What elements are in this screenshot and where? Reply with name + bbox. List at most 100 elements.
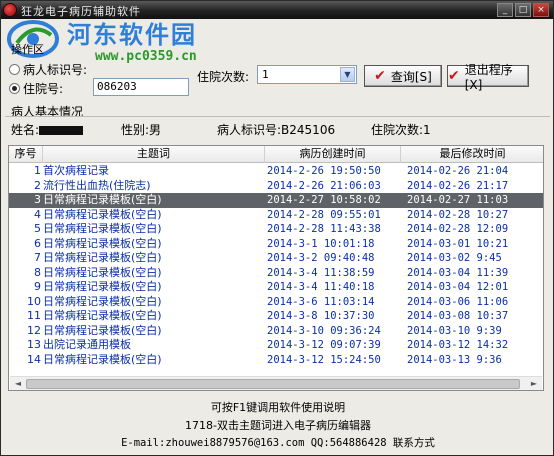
row-subject: 日常病程记录模板(空白) xyxy=(43,207,162,221)
visit-count-select[interactable]: 1 ▼ xyxy=(257,65,357,84)
minimize-button[interactable]: _ xyxy=(497,3,513,17)
exit-button[interactable]: ✔ 退出程序[X] xyxy=(447,63,529,92)
radio-patient-id[interactable]: 病人标识号: xyxy=(9,61,87,78)
radio-admission-no-label: 住院号: xyxy=(23,82,64,96)
row-number: 13 xyxy=(27,338,41,351)
table-row[interactable]: 3 日常病程记录模板(空白) 2014-2-27 10:58:02 2014-02-2… xyxy=(9,193,543,208)
row-modified-time: 2014-02-26 21:17 xyxy=(407,179,509,192)
row-subject: 日常病程记录模板(空白) xyxy=(43,294,162,308)
row-subject: 流行性出血热(住院志) xyxy=(43,178,151,192)
row-modified-time: 2014-03-13 9:36 xyxy=(407,353,502,366)
check-icon: ✔ xyxy=(448,68,460,84)
maximize-button[interactable]: □ xyxy=(515,3,531,17)
table-row[interactable]: 7 日常病程记录模板(空白) 2014-3-2 09:40:48 2014-03-02… xyxy=(9,251,543,266)
row-number: 8 xyxy=(34,265,41,279)
patient-sex-value: 男 xyxy=(149,123,162,137)
patient-sex: 性别:男 xyxy=(121,121,161,138)
close-button[interactable]: × xyxy=(533,3,549,17)
column-header-created[interactable]: 病历创建时间 xyxy=(265,146,401,163)
row-number: 1 xyxy=(34,164,41,177)
redacted-name xyxy=(39,126,84,135)
patient-id: 病人标识号:B245106 xyxy=(217,121,335,138)
table-row[interactable]: 2 流行性出血热(住院志) 2014-2-26 21:06:03 2014-02-26… xyxy=(9,178,543,194)
scroll-left-icon[interactable]: ◄ xyxy=(12,378,24,390)
patient-sex-label: 性别: xyxy=(121,123,150,137)
row-subject: 日常病程记录模板(空白) xyxy=(43,236,162,250)
visit-count-label: 住院次数: xyxy=(197,70,250,84)
row-subject: 出院记录通用模板 xyxy=(43,338,131,351)
footer-contact: E-mail:zhouwei8879576@163.com QQ:5648864… xyxy=(121,437,435,449)
table-row[interactable]: 4 日常病程记录模板(空白) 2014-2-28 09:55:01 2014-02-2… xyxy=(9,207,543,223)
row-created-time: 2014-3-4 11:38:59 xyxy=(267,266,375,279)
row-number: 2 xyxy=(34,178,41,192)
row-modified-time: 2014-03-06 11:06 xyxy=(407,295,509,308)
radio-patient-id-label: 病人标识号: xyxy=(23,63,88,77)
radio-admission-no-circle[interactable] xyxy=(9,83,20,94)
row-created-time: 2014-2-28 09:55:01 xyxy=(267,208,381,221)
patient-visit-value: 1 xyxy=(423,123,431,137)
row-number: 7 xyxy=(34,251,41,264)
row-subject: 首次病程记录 xyxy=(43,164,109,177)
row-number: 10 xyxy=(27,294,41,308)
table-row[interactable]: 8 日常病程记录模板(空白) 2014-3-4 11:38:59 2014-03-04… xyxy=(9,265,543,281)
row-created-time: 2014-3-2 09:40:48 xyxy=(267,252,375,264)
column-header-subject[interactable]: 主题词 xyxy=(43,146,265,163)
footer-hint: 1718-双击主题词进入电子病历编辑器 xyxy=(185,419,371,432)
search-button[interactable]: ✔ 查询[S] xyxy=(364,65,442,87)
chevron-down-icon[interactable]: ▼ xyxy=(340,67,355,82)
window-controls: _ □ × xyxy=(497,3,549,17)
row-subject: 日常病程记录模板(空白) xyxy=(43,280,162,293)
table-row[interactable]: 9 日常病程记录模板(空白) 2014-3-4 11:40:18 2014-03-04… xyxy=(9,280,543,295)
row-number: 4 xyxy=(34,207,41,221)
row-created-time: 2014-2-28 11:43:38 xyxy=(267,223,381,235)
column-header-no[interactable]: 序号 xyxy=(9,146,43,163)
table-row[interactable]: 5 日常病程记录模板(空白) 2014-2-28 11:43:38 2014-02-2… xyxy=(9,222,543,237)
row-created-time: 2014-3-1 10:01:18 xyxy=(267,237,375,250)
radio-patient-id-circle[interactable] xyxy=(9,64,20,75)
table-row[interactable]: 12 日常病程记录模板(空白) 2014-3-10 09:36:24 2014-03-… xyxy=(9,323,543,339)
radio-admission-no[interactable]: 住院号: xyxy=(9,80,63,97)
row-created-time: 2014-2-26 19:50:50 xyxy=(267,165,381,177)
row-number: 9 xyxy=(34,280,41,293)
row-number: 11 xyxy=(27,309,41,322)
row-subject: 日常病程记录模板(空白) xyxy=(43,323,162,337)
horizontal-scrollbar[interactable]: ◄ ► xyxy=(10,376,542,390)
column-header-modified[interactable]: 最后修改时间 xyxy=(401,146,543,163)
table-row[interactable]: 10 日常病程记录模板(空白) 2014-3-6 11:03:14 2014-03-0… xyxy=(9,294,543,310)
visit-count-value: 1 xyxy=(262,68,269,81)
row-created-time: 2014-2-26 21:06:03 xyxy=(267,179,381,192)
main-window: 狂龙电子病历辅助软件 _ □ × 河东软件园 www.pc0359.cn 操作区… xyxy=(0,0,554,456)
row-number: 5 xyxy=(34,222,41,235)
operation-group-label: 操作区 xyxy=(11,43,44,56)
row-number: 12 xyxy=(27,323,41,337)
patient-visit-label: 住院次数: xyxy=(371,123,424,137)
row-created-time: 2014-3-8 10:37:30 xyxy=(267,310,375,322)
scroll-right-icon[interactable]: ► xyxy=(528,378,540,390)
patient-name: 姓名: xyxy=(11,121,84,138)
scrollbar-thumb[interactable] xyxy=(26,379,520,389)
table-row[interactable]: 13 出院记录通用模板 2014-3-12 09:07:39 2014-03-12 1… xyxy=(9,338,543,353)
footer-help: 可按F1键调用软件使用说明 xyxy=(210,401,346,414)
row-created-time: 2014-2-27 10:58:02 xyxy=(267,194,381,206)
search-button-label: 查询[S] xyxy=(390,69,432,84)
check-icon: ✔ xyxy=(374,68,386,84)
table-row[interactable]: 14 日常病程记录模板(空白) 2014-3-12 15:24:50 2014-03-… xyxy=(9,352,543,368)
row-number: 6 xyxy=(34,236,41,250)
row-subject: 日常病程记录模板(空白) xyxy=(43,309,162,322)
row-modified-time: 2014-03-08 10:37 xyxy=(407,310,509,322)
app-icon xyxy=(3,3,17,17)
record-table[interactable]: 序号 主题词 病历创建时间 最后修改时间 1 首次病程记录 2014-2-26 19… xyxy=(8,145,544,391)
admission-no-input[interactable]: 086203 xyxy=(93,78,189,96)
row-modified-time: 2014-03-04 12:01 xyxy=(407,281,509,293)
row-modified-time: 2014-03-10 9:39 xyxy=(407,324,502,337)
row-created-time: 2014-3-10 09:36:24 xyxy=(267,324,381,337)
row-modified-time: 2014-03-02 9:45 xyxy=(407,252,502,264)
watermark-url: www.pc0359.cn xyxy=(95,49,197,64)
row-modified-time: 2014-03-01 10:21 xyxy=(407,237,509,250)
table-row[interactable]: 1 首次病程记录 2014-2-26 19:50:50 2014-02-26 21:0… xyxy=(9,164,543,179)
exit-button-label: 退出程序[X] xyxy=(464,62,513,92)
table-row[interactable]: 11 日常病程记录模板(空白) 2014-3-8 10:37:30 2014-03-0… xyxy=(9,309,543,324)
row-created-time: 2014-3-4 11:40:18 xyxy=(267,281,375,293)
table-row[interactable]: 6 日常病程记录模板(空白) 2014-3-1 10:01:18 2014-03-01… xyxy=(9,236,543,252)
row-number: 14 xyxy=(27,352,41,366)
